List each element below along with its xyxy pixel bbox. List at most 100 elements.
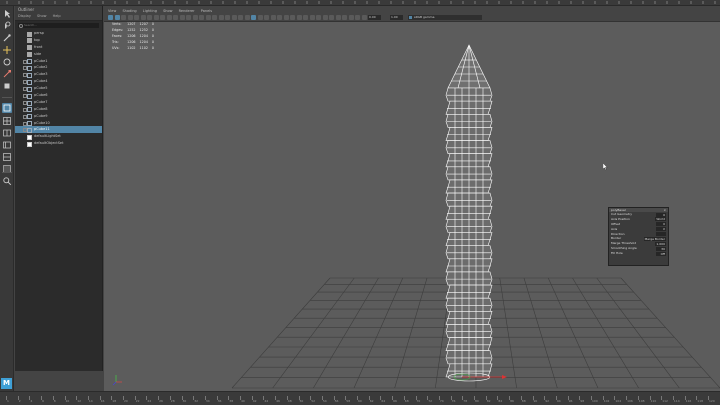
bevel-attr-value[interactable]: 30 <box>656 246 666 251</box>
panel-menu-panels[interactable]: Panels <box>201 9 212 13</box>
scale-tool-icon[interactable] <box>2 69 12 79</box>
outliner-item-pCube5[interactable]: pCube5 <box>15 85 102 92</box>
outliner-item-pCube2[interactable]: pCube2 <box>15 64 102 72</box>
panel-toolbar-button-icon[interactable] <box>173 15 178 20</box>
search-icon[interactable] <box>2 176 12 186</box>
panel-toolbar-button-icon[interactable] <box>160 15 165 20</box>
panel-toolbar: 0.00 1.00 sRGB gamma <box>104 14 720 22</box>
panel-toolbar-button-icon[interactable] <box>329 15 334 20</box>
panel-toolbar-button-icon[interactable] <box>277 15 282 20</box>
panel-toolbar-button-icon[interactable] <box>212 15 217 20</box>
panel-toolbar-button-icon[interactable] <box>296 15 302 20</box>
panel-toolbar-button-icon[interactable] <box>316 15 321 20</box>
panel-toolbar-button-icon[interactable] <box>231 15 237 20</box>
outliner-item-pCube6[interactable]: pCube6 <box>15 92 102 99</box>
side-by-side-layout-icon[interactable] <box>2 128 12 138</box>
panel-toolbar-button-icon[interactable] <box>218 15 224 20</box>
outliner-item-pCube7[interactable]: pCube7 <box>15 99 102 106</box>
select-tool-icon[interactable] <box>2 9 12 19</box>
outliner-item-pCube9[interactable]: pCube9 <box>15 113 102 120</box>
panel-toolbar-button-icon[interactable] <box>290 15 295 20</box>
panel-toolbar-button-icon[interactable] <box>153 15 159 20</box>
panel-toolbar-button-icon[interactable] <box>186 15 191 20</box>
bevel-attr-value[interactable]: Off <box>656 251 666 256</box>
panel-toolbar-button-icon[interactable] <box>264 15 269 20</box>
panel-toolbar-button-icon[interactable] <box>108 15 113 20</box>
panel-menu-shading[interactable]: Shading <box>122 9 136 13</box>
persp-outliner-layout-icon[interactable] <box>2 140 12 150</box>
panel-toolbar-button-icon[interactable] <box>238 15 243 20</box>
panel-toolbar-button-icon[interactable] <box>257 15 263 20</box>
outliner-title: Outliner <box>15 6 102 13</box>
panel-toolbar-button-icon[interactable] <box>225 15 230 20</box>
status-pip <box>438 1 440 4</box>
outliner-item-side[interactable]: side <box>15 51 102 58</box>
outliner-item-persp[interactable]: persp <box>15 30 102 37</box>
panel-toolbar-button-icon[interactable] <box>147 15 152 20</box>
panel-menu-show[interactable]: Show <box>163 9 172 13</box>
panel-toolbar-button-icon[interactable] <box>244 15 250 20</box>
panel-toolbar-button-icon[interactable] <box>309 15 315 20</box>
bevel-attr-value[interactable]: 0 <box>656 212 666 217</box>
outliner-item-pCube10[interactable]: pCube10 <box>15 120 102 127</box>
outliner-item-pCube3[interactable]: pCube3 <box>15 71 102 78</box>
panel-toolbar-button-icon[interactable] <box>140 15 146 20</box>
near-clip-field[interactable]: 0.00 <box>368 15 381 20</box>
single-pane-layout-icon[interactable] <box>2 103 12 113</box>
colorspace-select[interactable]: sRGB gamma <box>408 15 482 20</box>
move-tool-icon[interactable] <box>2 45 12 55</box>
bevel-attr-value[interactable]: World <box>655 217 666 222</box>
panel-toolbar-button-icon[interactable] <box>179 15 185 20</box>
outliner-item-pCube8[interactable]: pCube8 <box>15 106 102 113</box>
outliner-menu-show[interactable]: Show <box>37 14 46 18</box>
bevel-attr-value[interactable]: X <box>656 227 666 232</box>
bevel-inputs-box[interactable]: polyBevel × Cut Geometry 0 Axis Position Wo… <box>608 207 669 266</box>
color-management-toggle-icon[interactable] <box>409 16 412 19</box>
panel-toolbar-button-icon[interactable] <box>134 15 139 20</box>
panel-toolbar-button-icon[interactable] <box>127 15 133 20</box>
outliner-search-input[interactable]: Search... <box>18 23 99 28</box>
outliner-item-pCube1[interactable]: pCube1 <box>15 58 102 65</box>
panel-toolbar-button-icon[interactable] <box>270 15 276 20</box>
panel-toolbar-button-icon[interactable] <box>192 15 198 20</box>
panel-toolbar-button-icon[interactable] <box>342 15 347 20</box>
panel-toolbar-button-icon[interactable] <box>283 15 289 20</box>
panel-toolbar-button-icon[interactable] <box>355 15 360 20</box>
panel-toolbar-button-icon[interactable] <box>121 15 126 20</box>
perspective-viewport[interactable]: Verts: 1207 1207 0 Edges: 1252 1252 0 Faces: 1206… <box>104 22 720 391</box>
panel-toolbar-button-icon[interactable] <box>322 15 328 20</box>
bevel-attr-value[interactable]: 0 <box>656 222 666 227</box>
panel-toolbar-button-icon[interactable] <box>335 15 341 20</box>
panel-toolbar-button-icon[interactable] <box>303 15 308 20</box>
panel-toolbar-button-icon[interactable] <box>199 15 204 20</box>
panel-toolbar-button-icon[interactable] <box>114 15 120 20</box>
panel-menu-lighting[interactable]: Lighting <box>143 9 157 13</box>
lasso-tool-icon[interactable] <box>2 21 12 31</box>
time-slider[interactable]: 1 2 4 6 8 10 12 14 16 18 20 22 24 26 28 30 32 34 36 38 40 42 4… <box>0 391 720 405</box>
panel-toolbar-button-icon[interactable] <box>361 15 367 20</box>
bevel-attr-value[interactable]: 1.000 <box>655 241 666 246</box>
far-clip-field[interactable]: 1.00 <box>390 15 403 20</box>
panel-menu-view[interactable]: View <box>108 9 116 13</box>
panel-toolbar-button-icon[interactable] <box>348 15 354 20</box>
panel-menu-renderer[interactable]: Renderer <box>179 9 195 13</box>
outliner-menu-display[interactable]: Display <box>18 14 31 18</box>
bevel-attr-value[interactable]: Merge Border <box>643 236 666 241</box>
rotate-tool-icon[interactable] <box>2 57 12 67</box>
last-tool-icon[interactable] <box>2 81 12 91</box>
persp-graph-layout-icon[interactable] <box>2 152 12 162</box>
outliner-item-front[interactable]: front <box>15 44 102 51</box>
outliner-menu-help[interactable]: Help <box>53 14 61 18</box>
outliner-item-defaultObjectSet[interactable]: defaultObjectSet <box>15 140 102 147</box>
bevel-attr-value[interactable] <box>656 232 666 237</box>
panel-toolbar-button-icon[interactable] <box>205 15 211 20</box>
outliner-item-pCube11[interactable]: pCube11 <box>15 126 102 134</box>
outliner-item-pCube4[interactable]: pCube4 <box>15 78 102 85</box>
maya-logo-icon[interactable]: M <box>1 378 12 389</box>
outliner-item-defaultLightSet[interactable]: defaultLightSet <box>15 133 102 140</box>
panel-toolbar-button-icon[interactable] <box>251 15 256 20</box>
panel-toolbar-button-icon[interactable] <box>166 15 172 20</box>
four-pane-layout-icon[interactable] <box>2 116 12 126</box>
outliner-item-top[interactable]: top <box>15 37 102 44</box>
paint-select-tool-icon[interactable] <box>2 33 12 43</box>
